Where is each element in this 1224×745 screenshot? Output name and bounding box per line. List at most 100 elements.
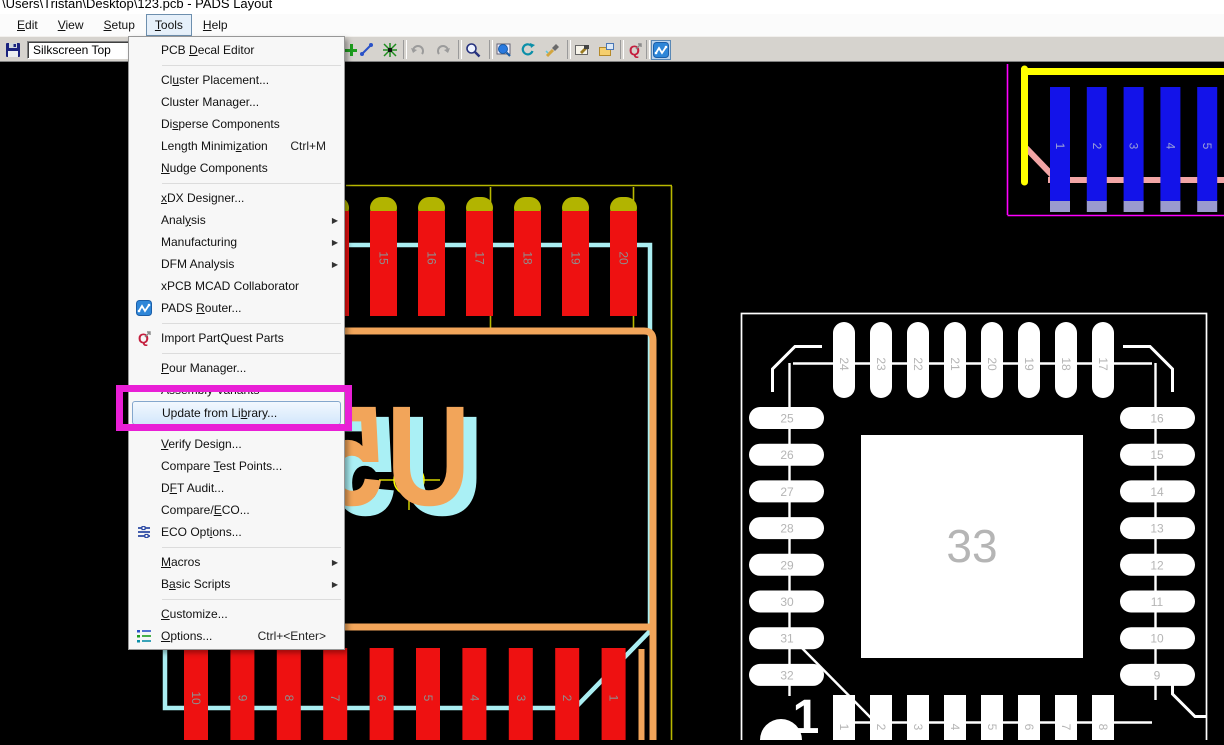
- menubar-item-help[interactable]: Help: [194, 14, 237, 36]
- svg-text:8: 8: [282, 695, 296, 702]
- menu-item-cluster-manager[interactable]: Cluster Manager...: [129, 91, 344, 113]
- ratsnest-icon[interactable]: [380, 40, 400, 60]
- menubar-item-tools[interactable]: Tools: [146, 14, 192, 36]
- qfn-top-pads: 2423222120191817: [833, 322, 1114, 398]
- connector-pads[interactable]: 12345: [1050, 87, 1217, 212]
- menu-item-label: Nudge Components: [161, 161, 268, 175]
- menu-item-label: Compare Test Points...: [161, 459, 282, 473]
- menu-item-label: Manufacturing: [161, 235, 237, 249]
- svg-text:5: 5: [1200, 143, 1214, 150]
- menu-item-label: Customize...: [161, 607, 228, 621]
- menu-item-basic-scripts[interactable]: Basic Scripts▶: [129, 573, 344, 595]
- menu-separator: [162, 353, 341, 354]
- svg-text:2: 2: [874, 724, 888, 731]
- svg-text:24: 24: [837, 357, 851, 371]
- menu-item-manufacturing[interactable]: Manufacturing ▶: [129, 231, 344, 253]
- partquest-icon[interactable]: Q: [625, 40, 645, 60]
- svg-text:13: 13: [1150, 522, 1164, 536]
- save-icon[interactable]: [3, 40, 23, 60]
- cleanup-icon[interactable]: [542, 40, 562, 60]
- menu-item-dft-audit[interactable]: DFT Audit...: [129, 477, 344, 499]
- menu-item-macros[interactable]: Macros▶: [129, 551, 344, 573]
- redo-icon[interactable]: [433, 40, 453, 60]
- svg-text:15: 15: [1150, 448, 1164, 462]
- menu-item-xpcb-mcad-collaborator[interactable]: xPCB MCAD Collaborator: [129, 275, 344, 297]
- design-toolbar-icon[interactable]: [572, 40, 592, 60]
- menu-item-label: Basic Scripts: [161, 577, 230, 591]
- qfn-footprint[interactable]: 2423222120191817 12345678 25262728293031…: [742, 314, 1207, 741]
- menu-item-pads-router[interactable]: PADS Router...: [129, 297, 344, 319]
- svg-text:3: 3: [514, 695, 528, 702]
- menu-item-disperse-components[interactable]: Disperse Components: [129, 113, 344, 135]
- menu-item-xdx-designer[interactable]: xDX Designer...: [129, 187, 344, 209]
- svg-text:25: 25: [780, 412, 794, 426]
- zoom-icon[interactable]: [463, 40, 483, 60]
- menu-item-compare-test-points[interactable]: Compare Test Points...: [129, 455, 344, 477]
- menu-item-label: Cluster Placement...: [161, 73, 269, 87]
- svg-text:6: 6: [1022, 724, 1036, 731]
- svg-text:20: 20: [985, 357, 999, 371]
- menu-item-label: Macros: [161, 555, 200, 569]
- add-route-icon[interactable]: [357, 40, 377, 60]
- menu-item-cluster-placement[interactable]: Cluster Placement...: [129, 69, 344, 91]
- svg-text:8: 8: [1096, 724, 1110, 731]
- submenu-arrow-icon: ▶: [332, 260, 338, 269]
- svg-text:2: 2: [560, 695, 574, 702]
- svg-text:5: 5: [421, 695, 435, 702]
- menu-item-customize[interactable]: Customize...: [129, 603, 344, 625]
- svg-text:2: 2: [1090, 143, 1104, 150]
- menu-item-label: PADS Router...: [161, 301, 242, 315]
- menu-separator: [162, 65, 341, 66]
- menu-item-eco-options[interactable]: ECO Options...: [129, 521, 344, 543]
- toolbar-separator: [567, 40, 571, 59]
- tools-menu: PCB Decal Editor Cluster Placement... Clus…: [128, 36, 345, 650]
- menubar-item-setup[interactable]: Setup: [95, 14, 144, 36]
- qfn-bottom-pads: 12345678: [833, 695, 1114, 740]
- menu-item-pcb-decal-editor[interactable]: PCB Decal Editor: [129, 39, 344, 61]
- pads-router-icon[interactable]: [651, 40, 671, 60]
- toolbar-separator: [620, 40, 624, 59]
- svg-text:18: 18: [521, 251, 535, 265]
- svg-text:19: 19: [1022, 357, 1036, 371]
- svg-text:5: 5: [985, 724, 999, 731]
- menubar-item-edit[interactable]: Edit: [8, 14, 47, 36]
- board-zoom-icon[interactable]: [494, 40, 514, 60]
- menu-item-options[interactable]: Options... Ctrl+<Enter>: [129, 625, 344, 647]
- dip-bottom-pads[interactable]: 10987654321: [184, 648, 626, 740]
- menu-item-analysis[interactable]: Analysis▶: [129, 209, 344, 231]
- svg-text:1: 1: [607, 695, 621, 702]
- svg-text:11: 11: [1151, 595, 1164, 609]
- menubar-item-view[interactable]: View: [49, 14, 93, 36]
- menu-item-verify-design[interactable]: Verify Design...: [129, 433, 344, 455]
- svg-text:27: 27: [780, 485, 794, 499]
- layer-selector-value: Silkscreen Top: [33, 43, 111, 57]
- menu-item-import-partquest-parts[interactable]: QImport PartQuest Parts: [129, 327, 344, 349]
- svg-text:7: 7: [328, 695, 342, 702]
- svg-text:4: 4: [467, 695, 481, 702]
- menu-item-label: DFT Audit...: [161, 481, 224, 495]
- menu-item-pour-manager[interactable]: Pour Manager...: [129, 357, 344, 379]
- menu-item-nudge-components[interactable]: Nudge Components: [129, 157, 344, 179]
- qfn-center-pad-number: 33: [946, 520, 997, 572]
- menu-item-label: Import PartQuest Parts: [161, 331, 284, 345]
- menu-item-label: Options...: [161, 629, 212, 643]
- menu-item-label: Compare/ECO...: [161, 503, 250, 517]
- svg-text:20: 20: [617, 251, 631, 265]
- redraw-icon[interactable]: [518, 40, 538, 60]
- svg-text:1: 1: [837, 724, 851, 731]
- menu-item-dfm-analysis[interactable]: DFM Analysis▶: [129, 253, 344, 275]
- drafting-toolbar-icon[interactable]: [596, 40, 616, 60]
- svg-text:4: 4: [948, 724, 962, 731]
- eco-options-icon: [136, 524, 152, 540]
- submenu-arrow-icon: ▶: [332, 238, 338, 247]
- undo-icon[interactable]: [408, 40, 428, 60]
- svg-text:18: 18: [1059, 357, 1073, 371]
- dip-top-pads[interactable]: 151617181920: [322, 197, 637, 316]
- svg-text:14: 14: [1150, 485, 1164, 499]
- menu-item-compare-eco[interactable]: Compare/ECO...: [129, 499, 344, 521]
- svg-text:19: 19: [569, 251, 583, 265]
- menu-item-label: Cluster Manager...: [161, 95, 259, 109]
- menu-item-shortcut: Ctrl+<Enter>: [258, 629, 338, 643]
- menu-item-length-minimization[interactable]: Length MinimizationCtrl+M: [129, 135, 344, 157]
- qfn-right-pads: 161514131211109: [1120, 407, 1195, 686]
